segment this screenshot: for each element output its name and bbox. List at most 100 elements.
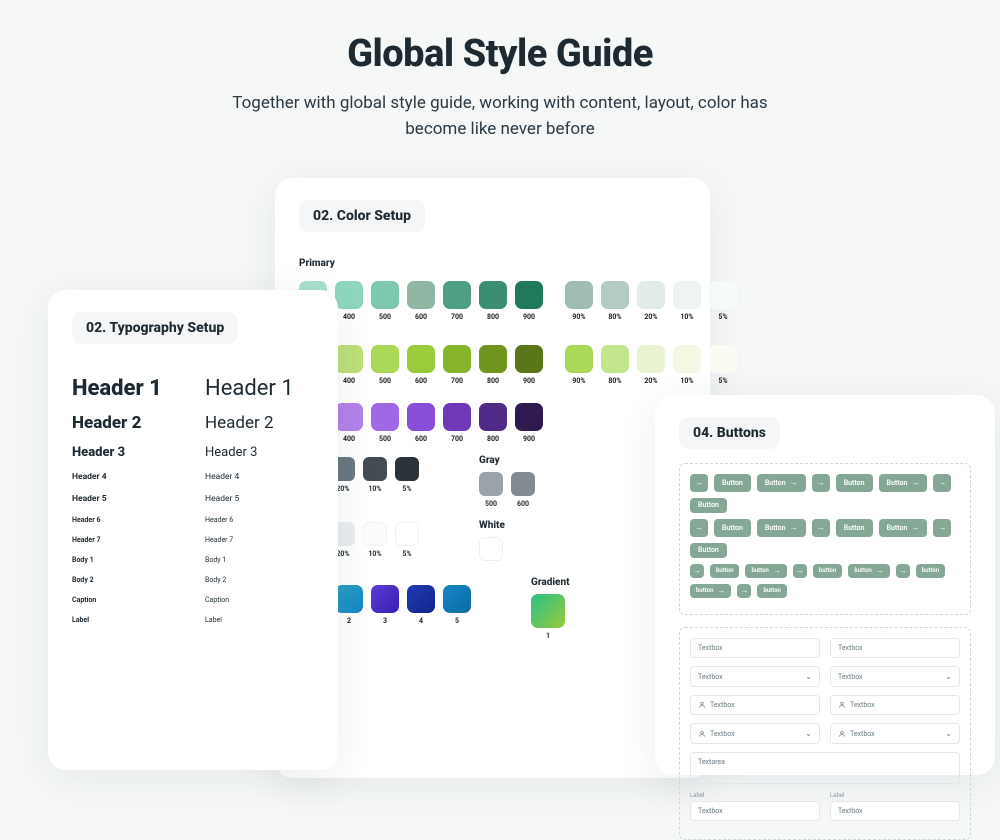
typography-card: 02. Typography Setup Header 1 Header 1 H… <box>48 290 338 770</box>
textbox[interactable]: Textbox <box>830 801 960 821</box>
button[interactable]: button→ <box>745 564 786 578</box>
button[interactable]: Button <box>714 519 751 537</box>
swatch <box>479 537 503 561</box>
button[interactable]: button <box>757 584 786 598</box>
arrow-right-icon: → <box>790 479 798 487</box>
textbox[interactable]: Textbox <box>690 801 820 821</box>
button[interactable]: Button <box>690 543 727 558</box>
textbox-user[interactable]: Textbox <box>690 695 820 715</box>
textbox-label: Textbox <box>850 701 875 709</box>
shade-label: 600 <box>407 313 435 321</box>
icon-button[interactable]: → <box>812 474 830 492</box>
button-label: Button <box>887 480 908 487</box>
swatch <box>565 281 593 309</box>
body2-bold: Body 2 <box>72 570 181 590</box>
shade-label: 600 <box>511 500 535 508</box>
icon-button[interactable]: → <box>793 564 807 578</box>
shade-label: 800 <box>479 313 507 321</box>
textbox-user[interactable]: Textbox <box>830 695 960 715</box>
button[interactable]: Button <box>690 498 727 513</box>
icon-button[interactable]: → <box>933 519 951 537</box>
swatch <box>407 281 435 309</box>
shade-label: 900 <box>515 435 543 443</box>
button[interactable]: button→ <box>848 564 889 578</box>
input-label: Label <box>830 792 960 799</box>
swatch <box>407 403 435 431</box>
swatch <box>709 345 737 373</box>
textbox[interactable]: Textbox <box>830 638 960 658</box>
swatch <box>443 281 471 309</box>
shade-label: 600 <box>407 435 435 443</box>
shade-label: 700 <box>443 377 471 385</box>
label-reg: Label <box>205 610 314 630</box>
shade-label: 600 <box>407 377 435 385</box>
button-label: Button <box>722 480 743 487</box>
swatch <box>395 522 419 546</box>
button[interactable]: button <box>710 564 739 578</box>
primary-label: Primary <box>299 258 686 269</box>
alpha-label: 80% <box>601 377 629 385</box>
arrow-right-icon: → <box>693 567 701 575</box>
alpha-label: 90% <box>565 377 593 385</box>
button[interactable]: Button <box>836 519 873 537</box>
alpha-label: 5% <box>395 550 419 558</box>
textarea[interactable]: Textarea <box>690 752 960 784</box>
swatch <box>479 345 507 373</box>
swatch <box>395 457 419 481</box>
alpha-label: 5% <box>395 485 419 493</box>
shade-label: 700 <box>443 313 471 321</box>
chevron-down-icon: ⌄ <box>805 672 812 681</box>
textbox[interactable]: Textbox <box>690 638 820 658</box>
textbox-select[interactable]: Textbox⌄ <box>830 666 960 687</box>
icon-button[interactable]: → <box>690 474 708 492</box>
arrow-right-icon: → <box>911 479 919 487</box>
textbox-user-select[interactable]: Textbox⌄ <box>690 723 820 744</box>
arrow-right-icon: → <box>773 567 781 575</box>
chevron-down-icon: ⌄ <box>945 729 952 738</box>
h3-reg: Header 3 <box>205 439 314 466</box>
h5-reg: Header 5 <box>205 488 314 510</box>
button[interactable]: button→ <box>690 584 731 598</box>
page-subtitle: Together with global style guide, workin… <box>220 90 780 143</box>
textbox-select[interactable]: Textbox⌄ <box>690 666 820 687</box>
button[interactable]: Button→ <box>879 519 928 537</box>
textbox-user-select[interactable]: Textbox⌄ <box>830 723 960 744</box>
icon-button[interactable]: → <box>896 564 910 578</box>
button-label: Button <box>844 480 865 487</box>
textarea-label: Textarea <box>698 758 725 766</box>
button[interactable]: Button <box>714 474 751 492</box>
button[interactable]: Button→ <box>879 474 928 492</box>
shade-label: 800 <box>479 377 507 385</box>
button[interactable]: button <box>813 564 842 578</box>
swatch <box>363 457 387 481</box>
swatch <box>673 345 701 373</box>
swatch <box>335 281 363 309</box>
h4-reg: Header 4 <box>205 466 314 488</box>
button[interactable]: Button→ <box>757 474 806 492</box>
icon-button[interactable]: → <box>812 519 830 537</box>
button[interactable]: button <box>916 564 945 578</box>
icon-button[interactable]: → <box>737 584 751 598</box>
alpha-label: 5% <box>709 313 737 321</box>
shade-label: 1 <box>531 632 565 640</box>
button[interactable]: Button→ <box>757 519 806 537</box>
button-label: Button <box>887 525 908 532</box>
icon-button[interactable]: → <box>933 474 951 492</box>
arrow-right-icon: → <box>938 479 946 487</box>
shade-label: 500 <box>479 500 503 508</box>
arrow-right-icon: → <box>695 479 703 487</box>
button-label: Button <box>765 525 786 532</box>
shade-label: 500 <box>371 435 399 443</box>
button[interactable]: Button <box>836 474 873 492</box>
gray-label: Gray <box>479 455 535 466</box>
buttons-chip: 04. Buttons <box>679 417 780 449</box>
icon-button[interactable]: → <box>690 519 708 537</box>
swatch <box>601 345 629 373</box>
arrow-right-icon: → <box>717 587 725 595</box>
user-icon <box>838 701 846 709</box>
swatch <box>443 403 471 431</box>
textbox-label: Textbox <box>710 730 735 738</box>
icon-button[interactable]: → <box>690 564 704 578</box>
button-label: Button <box>722 525 743 532</box>
textbox-label: Textbox <box>710 701 735 709</box>
